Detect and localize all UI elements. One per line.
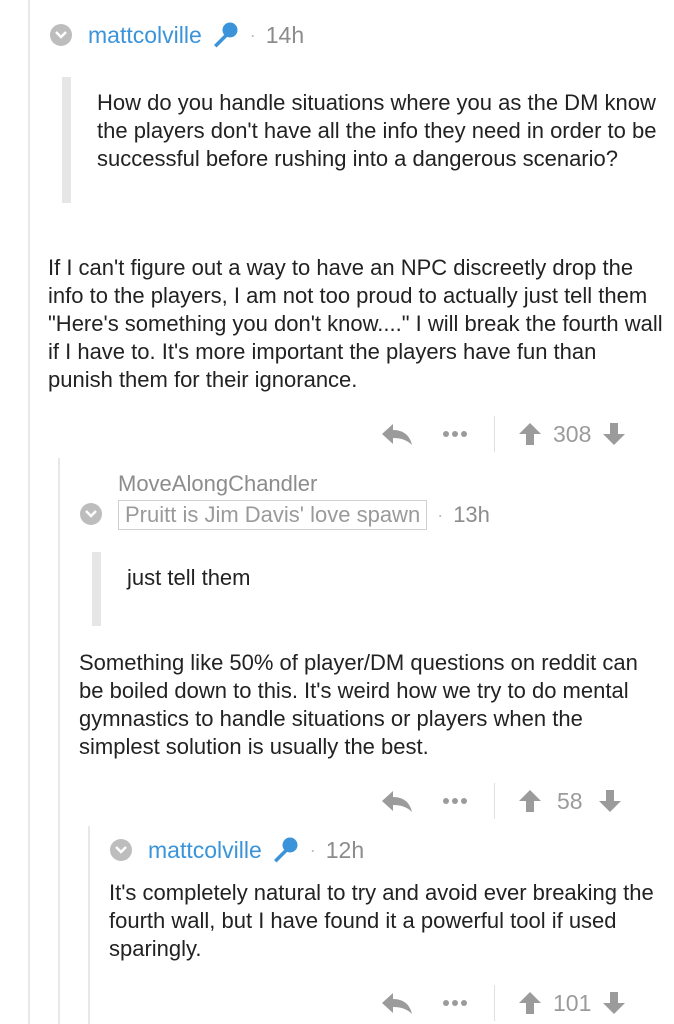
more-icon[interactable] [442,797,468,805]
score: 101 [553,989,592,1016]
comment-actions: 58 [380,781,623,821]
separator-dot: · [309,840,316,860]
downvote-icon[interactable] [597,788,623,814]
thread-line-level-1 [28,0,30,1024]
thread-line-level-2 [58,458,60,1024]
user-flair: Pruitt is Jim Davis' love spawn [118,500,428,530]
upvote-icon[interactable] [517,421,543,447]
comment-age: 14h [265,22,305,48]
collapse-icon[interactable] [50,24,72,46]
more-icon[interactable] [442,999,468,1007]
upvote-icon[interactable] [517,990,543,1016]
score: 58 [557,787,583,814]
thread-line-level-3 [88,826,90,1024]
score: 308 [553,420,592,447]
separator-dot: · [437,505,444,525]
comment-body: Something like 50% of player/DM question… [79,650,638,759]
microphone-icon [210,21,240,49]
comment-thread: mattcolville · 14h How do you handle sit… [0,0,674,1024]
comment-body: If I can't figure out a way to have an N… [48,255,663,392]
downvote-icon[interactable] [601,990,627,1016]
more-icon[interactable] [442,430,468,438]
reply-icon[interactable] [380,422,414,446]
comment-header: MoveAlongChandler Pruitt is Jim Davis' l… [80,470,490,530]
author-link[interactable]: MoveAlongChandler [118,470,490,498]
comment-age: 13h [453,502,490,527]
reply-icon[interactable] [380,789,414,813]
author-link[interactable]: mattcolville [148,836,262,864]
collapse-icon[interactable] [80,503,102,525]
comment-actions: 101 [380,983,627,1023]
comment-header: mattcolville · 14h [50,21,304,49]
quoted-text: How do you handle situations where you a… [62,77,657,203]
author-link[interactable]: mattcolville [88,21,202,49]
comment-body: It's completely natural to try and avoid… [109,880,654,961]
quoted-text: just tell them [92,552,627,626]
action-divider [494,416,495,452]
collapse-icon[interactable] [110,839,132,861]
action-divider [494,985,495,1021]
comment-age: 12h [325,837,365,863]
downvote-icon[interactable] [601,421,627,447]
separator-dot: · [249,25,256,45]
comment-header: mattcolville · 12h [110,836,364,864]
reply-icon[interactable] [380,991,414,1015]
microphone-icon [270,836,300,864]
action-divider [494,783,495,819]
upvote-icon[interactable] [517,788,543,814]
comment-actions: 308 [380,414,627,454]
